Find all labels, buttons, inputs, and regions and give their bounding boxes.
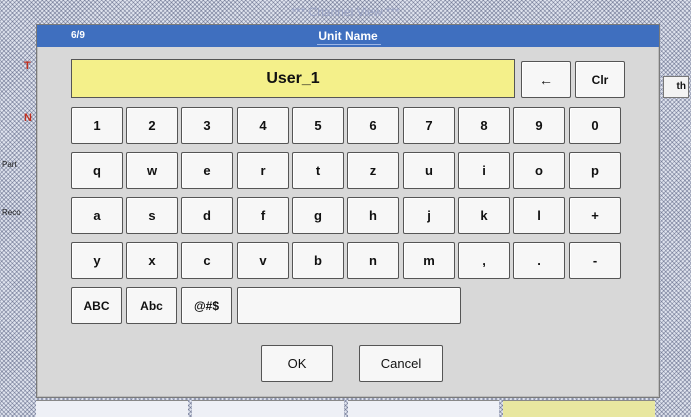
clear-button[interactable]: Clr — [575, 61, 625, 98]
key-3-4[interactable]: b — [292, 242, 344, 279]
key-2-3[interactable]: f — [237, 197, 289, 234]
key-1-5[interactable]: z — [347, 152, 399, 189]
background-side-letter: N — [24, 112, 32, 124]
key-1-0[interactable]: q — [71, 152, 123, 189]
background-bottom-segment — [36, 400, 188, 417]
backspace-button[interactable]: ← — [521, 61, 571, 98]
key-3-9[interactable]: - — [569, 242, 621, 279]
background-left-label: Reco — [2, 208, 21, 217]
key-1-4[interactable]: t — [292, 152, 344, 189]
background-side-letter: T — [24, 60, 31, 72]
dialog-titlebar: 6/9 Unit Name — [37, 25, 659, 47]
key-2-7[interactable]: k — [458, 197, 510, 234]
background-title: *** Channel View *** — [291, 5, 400, 19]
key-3-3[interactable]: v — [237, 242, 289, 279]
key-1-6[interactable]: u — [403, 152, 455, 189]
key-0-0[interactable]: 1 — [71, 107, 123, 144]
key-1-2[interactable]: e — [181, 152, 233, 189]
key-0-8[interactable]: 9 — [513, 107, 565, 144]
key-3-8[interactable]: . — [513, 242, 565, 279]
key-1-9[interactable]: p — [569, 152, 621, 189]
key-3-0[interactable]: y — [71, 242, 123, 279]
key-1-3[interactable]: r — [237, 152, 289, 189]
key-0-3[interactable]: 4 — [237, 107, 289, 144]
title-underline — [317, 44, 381, 45]
key-0-1[interactable]: 2 — [126, 107, 178, 144]
key-2-8[interactable]: l — [513, 197, 565, 234]
key-0-4[interactable]: 5 — [292, 107, 344, 144]
key-2-4[interactable]: g — [292, 197, 344, 234]
background-bottom-bar — [36, 400, 655, 417]
background-left-label: Part — [2, 160, 17, 169]
key-3-1[interactable]: x — [126, 242, 178, 279]
key-0-6[interactable]: 7 — [403, 107, 455, 144]
mode-key-symbols[interactable]: @#$ — [181, 287, 232, 324]
space-key[interactable] — [237, 287, 461, 324]
key-0-2[interactable]: 3 — [181, 107, 233, 144]
key-0-7[interactable]: 8 — [458, 107, 510, 144]
mode-key-capitalize[interactable]: Abc — [126, 287, 177, 324]
key-3-2[interactable]: c — [181, 242, 233, 279]
unit-name-dialog: 6/9 Unit Name User_1 ← Clr 1234567890 qwe… — [36, 24, 660, 398]
key-1-1[interactable]: w — [126, 152, 178, 189]
key-3-5[interactable]: n — [347, 242, 399, 279]
key-2-0[interactable]: a — [71, 197, 123, 234]
background-bottom-segment — [347, 400, 500, 417]
key-3-7[interactable]: , — [458, 242, 510, 279]
key-3-6[interactable]: m — [403, 242, 455, 279]
background-bottom-segment — [503, 400, 655, 417]
text-input-display[interactable]: User_1 — [71, 59, 515, 98]
key-1-8[interactable]: o — [513, 152, 565, 189]
key-2-1[interactable]: s — [126, 197, 178, 234]
key-0-5[interactable]: 6 — [347, 107, 399, 144]
key-0-9[interactable]: 0 — [569, 107, 621, 144]
background-bottom-segment — [191, 400, 344, 417]
key-2-9[interactable]: + — [569, 197, 621, 234]
key-1-7[interactable]: i — [458, 152, 510, 189]
background-right-button: th — [663, 76, 689, 98]
key-2-5[interactable]: h — [347, 197, 399, 234]
key-2-2[interactable]: d — [181, 197, 233, 234]
mode-key-uppercase[interactable]: ABC — [71, 287, 122, 324]
cancel-button[interactable]: Cancel — [359, 345, 443, 382]
key-2-6[interactable]: j — [403, 197, 455, 234]
ok-button[interactable]: OK — [261, 345, 333, 382]
